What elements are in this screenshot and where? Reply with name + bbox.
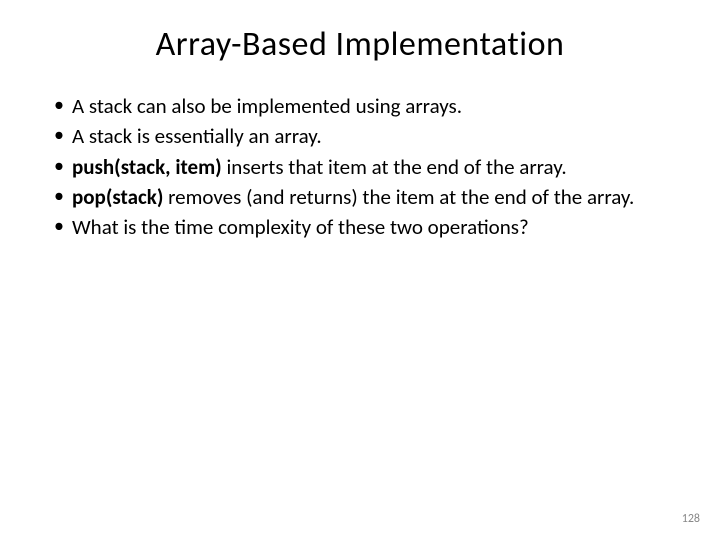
bullet-text: A stack can also be implemented using ar… bbox=[72, 93, 462, 119]
bullet-bold: pop(stack) bbox=[72, 184, 163, 210]
bullet-item: A stack is essentially an array. bbox=[50, 123, 670, 149]
bullet-text: removes (and returns) the item at the en… bbox=[163, 184, 634, 210]
bullet-text: What is the time complexity of these two… bbox=[72, 214, 529, 240]
slide: Array-Based Implementation A stack can a… bbox=[0, 0, 720, 540]
bullet-bold: push(stack, item) bbox=[72, 154, 222, 180]
bullet-text: A stack is essentially an array. bbox=[72, 123, 322, 149]
bullet-item: push(stack, item) inserts that item at t… bbox=[50, 154, 670, 180]
bullet-item: What is the time complexity of these two… bbox=[50, 214, 670, 240]
bullet-text: inserts that item at the end of the arra… bbox=[222, 154, 567, 180]
bullet-item: A stack can also be implemented using ar… bbox=[50, 93, 670, 119]
bullet-list: A stack can also be implemented using ar… bbox=[50, 93, 670, 240]
slide-title: Array-Based Implementation bbox=[50, 24, 670, 65]
bullet-item: pop(stack) removes (and returns) the ite… bbox=[50, 184, 670, 210]
page-number: 128 bbox=[682, 512, 700, 526]
